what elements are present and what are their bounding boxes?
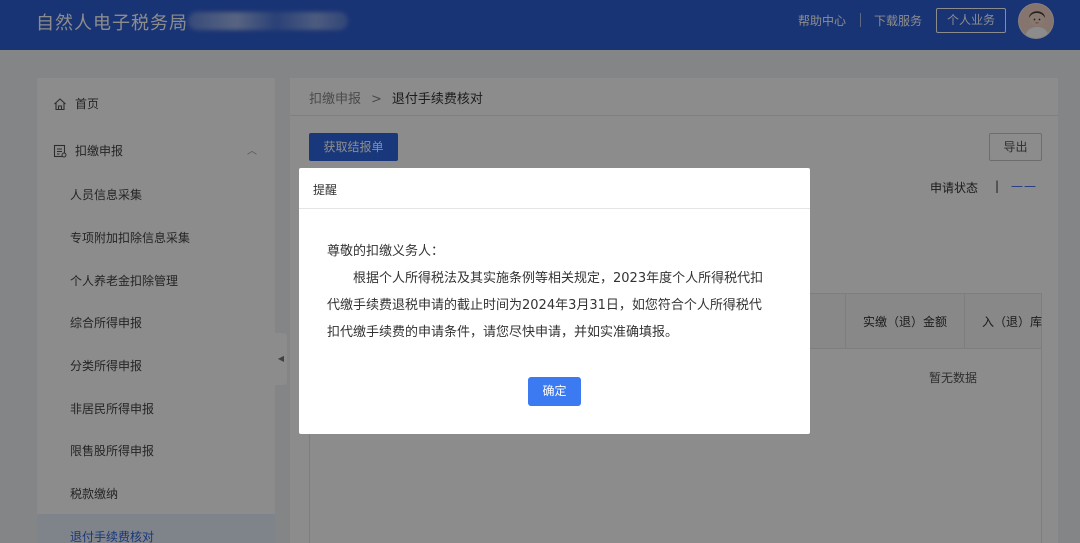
- confirm-button[interactable]: 确定: [528, 377, 581, 406]
- reminder-dialog: 提醒 尊敬的扣缴义务人： 根据个人所得税法及其实施条例等相关规定，2023年度个…: [299, 168, 810, 434]
- dialog-title: 提醒: [313, 183, 338, 197]
- dialog-greeting: 尊敬的扣缴义务人：: [327, 244, 445, 259]
- dialog-line: 根据个人所得税法及其实施条例等相关规定，2023年度个人所得税代扣: [353, 271, 764, 286]
- dialog-line: 扣代缴手续费的申请条件，请您尽快申请，并如实准确填报。: [327, 325, 679, 340]
- dialog-divider: [299, 208, 810, 209]
- dialog-line: 代缴手续费退税申请的截止时间为2024年3月31日，如您符合个人所得税代: [327, 298, 762, 313]
- dialog-body: 尊敬的扣缴义务人： 根据个人所得税法及其实施条例等相关规定，2023年度个人所得…: [327, 238, 787, 346]
